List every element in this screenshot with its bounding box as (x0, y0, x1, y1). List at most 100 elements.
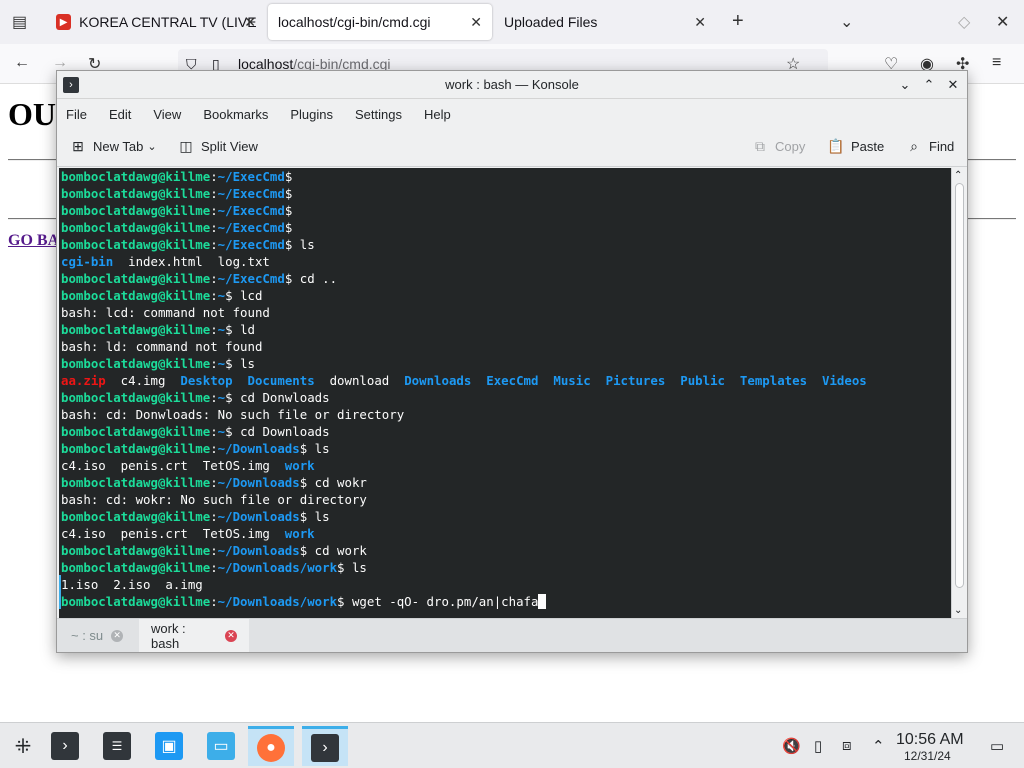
prompt-user: bomboclatdawg@killme (61, 220, 211, 235)
prompt-colon: : (210, 390, 218, 405)
directory-entry: Documents (247, 373, 315, 388)
prompt-user: bomboclatdawg@killme (61, 288, 211, 303)
minimize-icon[interactable]: ◇ (958, 12, 970, 32)
search-icon: ⌕ (910, 137, 918, 154)
prompt-colon: : (210, 475, 218, 490)
command-text: cd work (307, 543, 367, 558)
terminal-view[interactable]: bomboclatdawg@killme:~/ExecCmd$ bomboclat… (59, 168, 951, 618)
terminal-line: aa.zip c4.img Desktop Documents download… (61, 372, 867, 389)
menu-help[interactable]: Help (424, 107, 451, 122)
directory-entry: Videos (821, 373, 867, 388)
close-tab-icon[interactable]: ✕ (694, 14, 706, 31)
output-text: download (314, 373, 405, 388)
terminal-line: bomboclatdawg@killme:~/Downloads$ cd wor… (61, 542, 867, 559)
close-window-icon[interactable]: ✕ (996, 12, 1009, 32)
browser-tab-label: KOREA CENTRAL TV (LIVES (79, 14, 256, 30)
prompt-symbol: $ (225, 390, 233, 405)
browser-tab-uploaded-files[interactable]: Uploaded Files ✕ (494, 4, 716, 40)
menu-edit[interactable]: Edit (109, 107, 131, 122)
new-tab-icon: ⊞ (72, 137, 84, 154)
terminal-scroll-marker (59, 575, 61, 609)
terminal-line: bash: cd: Donwloads: No such file or dir… (61, 406, 867, 423)
menu-hamburger-icon[interactable]: ≡ (992, 54, 1001, 72)
prompt-path: ~/ExecCmd (217, 237, 285, 252)
command-text: wget -qO- dro.pm/an|chafa (344, 594, 539, 609)
menu-bookmarks[interactable]: Bookmarks (203, 107, 268, 122)
task-file-manager[interactable]: ▭ (198, 726, 244, 766)
prompt-path: ~/ExecCmd (217, 220, 285, 235)
task-settings[interactable]: ☰ (94, 726, 140, 766)
go-back-link[interactable]: GO BA (8, 232, 59, 250)
menu-settings[interactable]: Settings (355, 107, 402, 122)
prompt-user: bomboclatdawg@killme (61, 560, 211, 575)
close-tab-icon[interactable]: ✕ (470, 14, 482, 31)
show-desktop-icon[interactable]: ▭ (990, 737, 1004, 755)
terminal-line: c4.iso penis.crt TetOS.img work (61, 457, 867, 474)
launcher-icon: ⁜ (14, 735, 32, 758)
konsole-title-bar[interactable]: › work : bash — Konsole ⌄ ⌃ ✕ (57, 71, 967, 99)
close-tab-icon[interactable]: ✕ (244, 14, 256, 31)
minimize-icon[interactable]: ⌄ (895, 75, 915, 95)
task-discover[interactable]: ▣ (146, 726, 192, 766)
prompt-symbol: $ (337, 594, 345, 609)
tab-overview-icon[interactable]: ▤ (12, 12, 27, 32)
prompt-colon: : (210, 322, 218, 337)
browser-tab-korea-tv[interactable]: ▶ KOREA CENTRAL TV (LIVES ✕ (46, 4, 266, 40)
close-tab-icon[interactable]: ✕ (111, 629, 124, 642)
konsole-app-icon[interactable]: › (63, 77, 79, 93)
prompt-user: bomboclatdawg@killme (61, 203, 211, 218)
paste-label: Paste (851, 138, 885, 154)
directory-entry: Desktop (180, 373, 233, 388)
copy-button[interactable]: ⧉ Copy (751, 137, 805, 155)
task-konsole-1[interactable]: › (42, 726, 88, 766)
close-tab-icon[interactable]: ✕ (225, 629, 237, 642)
paste-button[interactable]: 📋 Paste (827, 137, 884, 155)
browser-tab-label: Uploaded Files (504, 14, 598, 30)
prompt-user: bomboclatdawg@killme (61, 237, 211, 252)
chevron-up-icon[interactable]: ⌃ (872, 737, 885, 755)
clock-date[interactable]: 12/31/24 (904, 749, 951, 763)
konsole-tab-work-bash[interactable]: work : bash ✕ (139, 619, 249, 652)
split-view-label: Split View (201, 138, 258, 154)
split-view-button[interactable]: ◫ Split View (177, 137, 258, 155)
scrollbar-thumb[interactable] (955, 183, 964, 588)
clock-time[interactable]: 10:56 AM (896, 731, 964, 749)
prompt-colon: : (210, 203, 218, 218)
menu-view[interactable]: View (153, 107, 181, 122)
output-text: bash: cd: Donwloads: No such file or dir… (61, 407, 405, 422)
application-launcher[interactable]: ⁜ (0, 726, 46, 766)
output-text: c4.iso penis.crt TetOS.img (61, 458, 285, 473)
task-firefox[interactable]: ● (248, 726, 294, 766)
prompt-user: bomboclatdawg@killme (61, 594, 211, 609)
battery-icon[interactable]: ▯ (814, 737, 822, 755)
konsole-tab-su[interactable]: ~ : su ✕ (59, 619, 137, 652)
discover-store-icon: ▣ (155, 732, 183, 760)
back-arrow-icon[interactable]: ← (14, 54, 30, 72)
command-text: ld (232, 322, 255, 337)
browser-tab-cmd-cgi[interactable]: localhost/cgi-bin/cmd.cgi ✕ (268, 4, 492, 40)
list-all-tabs-icon[interactable]: ⌄ (840, 12, 853, 32)
maximize-icon[interactable]: ⌃ (919, 75, 939, 95)
scroll-up-icon[interactable]: ⌃ (954, 170, 962, 181)
prompt-colon: : (210, 543, 218, 558)
menu-file[interactable]: File (66, 107, 87, 122)
output-text: index.html log.txt (113, 254, 270, 269)
task-konsole-2[interactable]: › (302, 726, 348, 766)
menu-plugins[interactable]: Plugins (290, 107, 333, 122)
prompt-path: ~/ExecCmd (217, 203, 285, 218)
find-button[interactable]: ⌕ Find (905, 137, 954, 155)
close-icon[interactable]: ✕ (943, 75, 963, 95)
command-text: cd Donwloads (232, 390, 330, 405)
command-text: ls (292, 237, 315, 252)
new-tab-button[interactable]: ⊞ New Tab ⌄ (69, 137, 156, 155)
directory-entry: Templates (739, 373, 808, 388)
paste-icon: 📋 (827, 137, 845, 154)
split-view-icon: ◫ (179, 137, 193, 154)
new-tab-button[interactable]: + (732, 10, 744, 33)
terminal-line: bomboclatdawg@killme:~/Downloads$ cd wok… (61, 474, 867, 491)
clipboard-icon[interactable]: ⧈ (842, 737, 852, 754)
scroll-down-icon[interactable]: ⌄ (954, 605, 962, 616)
volume-muted-icon[interactable]: 🔇 (782, 737, 801, 755)
konsole-tab-bar: ~ : su ✕ work : bash ✕ (57, 618, 967, 652)
terminal-scrollbar[interactable]: ⌃ ⌄ (951, 168, 967, 618)
